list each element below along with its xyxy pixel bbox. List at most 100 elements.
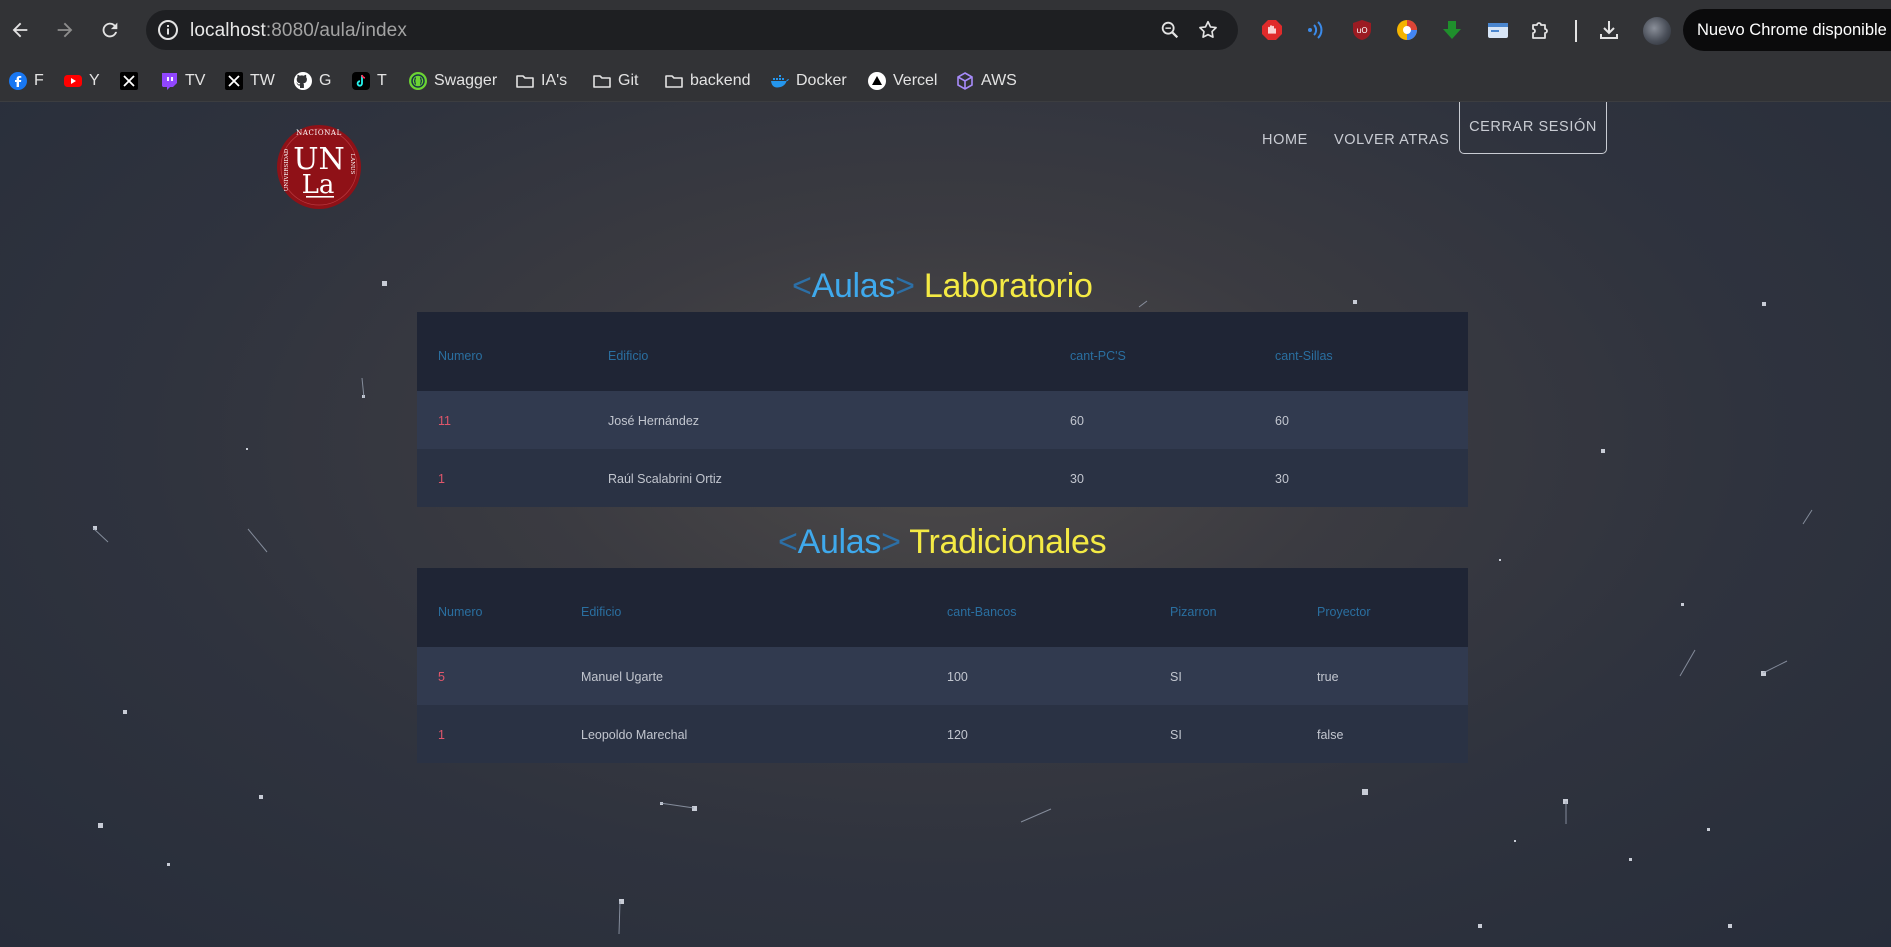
page-content: NACIONAL UNIVERSIDAD LANUS UN La HOME VO… — [0, 102, 1891, 947]
bookmark-item[interactable]: Git — [592, 60, 638, 102]
bookmark-label: F — [34, 72, 44, 89]
bookmark-label: Swagger — [434, 72, 498, 89]
chrome-update-button[interactable]: Nuevo Chrome disponible — [1683, 9, 1891, 51]
cell-edificio: Leopoldo Marechal — [581, 728, 688, 742]
title-tag: Aulas — [811, 267, 896, 305]
svg-text:uO: uO — [1356, 26, 1367, 35]
column-header: cant-Bancos — [947, 605, 1017, 619]
bookmark-item[interactable]: F — [8, 60, 44, 102]
column-header: cant-PC'S — [1070, 349, 1126, 363]
cell-cant-pcs: 30 — [1070, 472, 1084, 486]
ublock-icon: uO — [1353, 20, 1371, 40]
column-header: Proyector — [1317, 605, 1371, 619]
nav-home-link[interactable]: HOME — [1262, 124, 1308, 156]
bookmark-label: Vercel — [893, 72, 938, 89]
zoom-icon[interactable] — [1159, 19, 1181, 41]
bookmark-label: Git — [618, 72, 639, 89]
unla-logo[interactable]: NACIONAL UNIVERSIDAD LANUS UN La — [276, 124, 362, 210]
bookmark-item[interactable]: AWS — [955, 60, 1017, 102]
section-title-laboratorio: <Aulas> Laboratorio — [792, 267, 1093, 306]
bookmark-item[interactable] — [119, 60, 145, 102]
logout-label: CERRAR SESIÓN — [1469, 118, 1597, 135]
bookmark-item[interactable]: Y — [63, 60, 100, 102]
address-bar[interactable]: localhost:8080/aula/index — [146, 10, 1238, 50]
folder-icon — [592, 71, 612, 91]
section-title-tradicionales: <Aulas> Tradicionales — [778, 523, 1107, 562]
bookmark-item[interactable]: Vercel — [867, 60, 937, 102]
url-text[interactable]: localhost:8080/aula/index — [190, 20, 407, 42]
column-header: Pizarron — [1170, 605, 1217, 619]
twitch-icon — [159, 71, 179, 91]
reload-icon — [102, 22, 118, 38]
logo-underline — [306, 196, 334, 198]
logo-top-text: NACIONAL — [296, 129, 342, 137]
bookmark-item[interactable]: TW — [224, 60, 275, 102]
cell-pizarron: SI — [1170, 728, 1182, 742]
cell-edificio: Manuel Ugarte — [581, 670, 663, 684]
logo-left-text: UNIVERSIDAD — [284, 148, 290, 191]
nav-back-label: VOLVER ATRAS — [1334, 132, 1450, 148]
title-close-bracket: > — [895, 267, 915, 305]
bookmark-label: TW — [250, 72, 275, 89]
table-row: 11 José Hernández 60 60 — [417, 391, 1468, 449]
profile-avatar[interactable] — [1643, 17, 1671, 45]
ext-sound[interactable] — [1303, 17, 1329, 43]
ext-ublock[interactable]: uO — [1349, 17, 1375, 43]
bookmark-item[interactable]: IA's — [515, 60, 567, 102]
cell-edificio: Raúl Scalabrini Ortiz — [608, 472, 722, 486]
bookmark-item[interactable]: backend — [664, 60, 751, 102]
tiktok-icon — [351, 71, 371, 91]
table-row: 1 Leopoldo Marechal 120 SI false — [417, 705, 1468, 763]
forward-button[interactable] — [48, 13, 82, 47]
title-rest: Laboratorio — [923, 267, 1093, 305]
table-row: 1 Raúl Scalabrini Ortiz 30 30 — [417, 449, 1468, 507]
cell-numero: 1 — [438, 472, 445, 486]
download-icon — [1600, 21, 1618, 39]
colorwheel-icon — [1397, 20, 1417, 40]
extensions-button[interactable] — [1528, 17, 1554, 43]
cell-edificio: José Hernández — [608, 414, 700, 428]
vercel-icon — [867, 71, 887, 91]
title-rest: Tradicionales — [909, 523, 1107, 561]
ext-color[interactable] — [1394, 17, 1420, 43]
bookmark-item[interactable]: G — [293, 60, 331, 102]
cell-cant-pcs: 60 — [1070, 414, 1084, 428]
bookmark-label: G — [319, 72, 332, 89]
bookmark-item[interactable]: Swagger — [408, 60, 497, 102]
bookmark-label: AWS — [981, 72, 1017, 89]
cell-cant-sillas: 30 — [1275, 472, 1289, 486]
downloads-button[interactable] — [1596, 17, 1622, 43]
ext-mail[interactable] — [1485, 17, 1511, 43]
cell-cant-sillas: 60 — [1275, 414, 1289, 428]
x-icon — [224, 71, 244, 91]
nav-back-link[interactable]: VOLVER ATRAS — [1334, 124, 1449, 156]
docker-icon — [770, 71, 790, 91]
cell-proyector: false — [1317, 728, 1344, 742]
bookmark-star-icon[interactable] — [1197, 19, 1219, 41]
logout-button[interactable]: CERRAR SESIÓN — [1459, 102, 1607, 154]
stop-hand-icon — [1262, 20, 1282, 40]
cell-numero: 5 — [438, 670, 445, 684]
tradicionales-table: Numero Edificio cant-Bancos Pizarron Pro… — [417, 568, 1468, 763]
table-row: 5 Manuel Ugarte 100 SI true — [417, 647, 1468, 705]
table-header-row: Numero Edificio cant-PC'S cant-Sillas — [417, 312, 1468, 391]
site-info-icon[interactable] — [156, 18, 180, 42]
bookmark-item[interactable]: Docker — [770, 60, 847, 102]
bookmark-label: T — [377, 72, 387, 89]
bookmark-item[interactable]: T — [351, 60, 387, 102]
x-icon — [119, 71, 139, 91]
bookmark-item[interactable]: TV — [159, 60, 205, 102]
toolbar-divider — [1575, 20, 1577, 42]
puzzle-icon — [1532, 22, 1548, 39]
cell-numero: 11 — [438, 414, 451, 428]
arrow-left-icon — [12, 22, 28, 38]
nav-home-label: HOME — [1262, 132, 1308, 148]
folder-icon — [664, 71, 684, 91]
title-open-bracket: < — [792, 267, 812, 305]
aws-icon — [955, 71, 975, 91]
ext-adblock[interactable] — [1259, 17, 1285, 43]
reload-button[interactable] — [93, 13, 127, 47]
back-button[interactable] — [3, 13, 37, 47]
ext-download[interactable] — [1439, 17, 1465, 43]
github-icon — [293, 71, 313, 91]
